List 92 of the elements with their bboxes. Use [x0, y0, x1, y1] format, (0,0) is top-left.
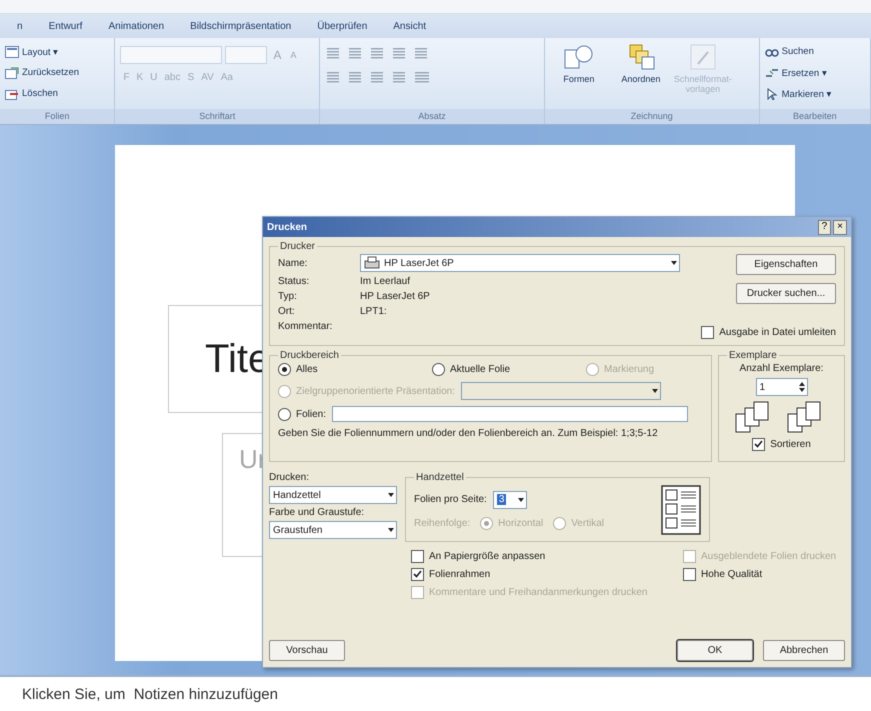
font-size-field[interactable] — [225, 46, 268, 64]
group-title: Handzettel — [415, 472, 465, 483]
field-label: Reihenfolge: — [414, 518, 470, 528]
group-label: Zeichnung — [544, 109, 759, 124]
ribbon-button[interactable]: Anordnen — [612, 42, 670, 105]
field-label: Farbe und Graustufe: — [269, 507, 366, 518]
radio-label: Alles — [296, 364, 318, 375]
spinner-arrows-icon[interactable] — [796, 380, 806, 394]
dialog-title: Drucken — [267, 222, 308, 232]
print-what-select[interactable]: Handzettel — [269, 486, 397, 504]
checkbox-label: An Papiergröße anpassen — [429, 551, 546, 562]
preview-button[interactable]: Vorschau — [269, 640, 345, 661]
field-label: Kommentar: — [278, 321, 334, 332]
radio-label: Aktuelle Folie — [450, 364, 510, 375]
cursor-icon — [764, 88, 779, 100]
group-label: Folien — [0, 109, 114, 124]
radio-button[interactable] — [278, 363, 291, 376]
checkbox-label: Hohe Qualität — [701, 569, 762, 580]
group-label: Bearbeiten — [760, 109, 870, 124]
group-title: Drucker — [279, 241, 316, 252]
ribbon-button[interactable]: Suchen — [764, 42, 865, 61]
paragraph-icon — [325, 70, 342, 84]
ribbon-button[interactable]: Löschen — [5, 84, 110, 103]
checkbox-label: Ausgabe in Datei umleiten — [719, 327, 836, 338]
reset-icon — [5, 66, 19, 78]
paragraph-icon — [325, 46, 342, 60]
checkbox-label: Sortieren — [770, 439, 811, 450]
hint-text: Geben Sie die Foliennummern und/oder den Folienbereich an. Zum Beispiel: 1;3;5-12 — [278, 428, 659, 439]
checkbox-label: Kommentare und Freihandanmerkungen drucken — [429, 587, 648, 598]
handout-layout-icon — [661, 485, 701, 535]
paragraph-icon — [413, 70, 432, 84]
dialog-button[interactable]: Eigenschaften — [736, 254, 836, 275]
ribbon-button[interactable]: Markieren ▾ — [764, 84, 865, 103]
radio-label: Horizontal — [498, 518, 544, 528]
paragraph-icon — [369, 70, 386, 84]
field-label: Ort: — [278, 306, 296, 317]
copies-spinner[interactable]: 1 — [756, 378, 808, 396]
ok-button[interactable]: OK — [677, 640, 753, 661]
paragraph-icon — [413, 46, 430, 60]
printer-icon — [364, 256, 380, 270]
radio-label: Zielgruppenorientierte Präsentation: — [296, 386, 455, 396]
ribbon-button[interactable]: Layout ▾ — [5, 42, 110, 61]
field-label: Typ: — [278, 291, 298, 302]
replace-icon — [764, 66, 779, 78]
paragraph-icon — [369, 46, 386, 60]
paragraph-icon — [391, 46, 408, 60]
checkbox[interactable] — [752, 438, 766, 451]
ribbon-tab[interactable]: Entwurf — [38, 18, 94, 34]
checkbox[interactable] — [411, 568, 424, 581]
field-value: HP LaserJet 6P — [360, 291, 430, 302]
group-title: Druckbereich — [279, 350, 340, 361]
dialog-button[interactable]: Drucker suchen... — [736, 283, 836, 304]
radio-label: Markierung — [604, 364, 654, 375]
paragraph-icon — [347, 46, 364, 60]
checkbox[interactable] — [411, 550, 424, 563]
close-button[interactable]: × — [833, 220, 847, 234]
paragraph-icon — [391, 70, 408, 84]
field-label: Status: — [278, 276, 310, 287]
slides-input[interactable] — [332, 406, 688, 422]
ribbon-tab[interactable]: n — [6, 18, 34, 34]
ribbon-button[interactable]: Ersetzen ▾ — [764, 63, 865, 82]
ribbon-tab[interactable]: Überprüfen — [306, 18, 378, 34]
cancel-button[interactable]: Abbrechen — [763, 640, 845, 661]
checkbox[interactable] — [701, 326, 714, 339]
group-label: Absatz — [320, 109, 544, 124]
notes-field[interactable]: Klicken Sie, um Notizen hinzuzufügen — [0, 675, 871, 711]
radio-label: Folien: — [296, 408, 326, 420]
printer-select[interactable]: HP LaserJet 6P — [360, 254, 680, 272]
field-label: Drucken: — [269, 472, 310, 483]
ribbon-button[interactable]: Formen — [550, 42, 608, 105]
color-select[interactable]: Graustufen — [269, 521, 397, 539]
delete-icon — [5, 88, 19, 100]
group-label: Schriftart — [115, 109, 320, 124]
group-title: Exemplare — [728, 350, 778, 361]
field-label: Folien pro Seite: — [414, 494, 487, 505]
layout-icon — [5, 46, 19, 58]
ribbon-tab[interactable]: Bildschirmpräsentation — [179, 18, 302, 34]
checkbox-label: Folienrahmen — [429, 569, 490, 580]
radio-label: Vertikal — [571, 518, 604, 528]
ribbon-tab[interactable]: Ansicht — [382, 18, 438, 34]
field-label: Name: — [278, 258, 308, 268]
checkbox[interactable] — [683, 568, 696, 581]
ribbon-button[interactable]: Zurücksetzen — [5, 63, 110, 82]
paragraph-icon — [347, 70, 364, 84]
radio-button[interactable] — [278, 408, 291, 420]
ribbon-tab[interactable]: Animationen — [97, 18, 176, 34]
field-value: Im Leerlauf — [360, 276, 410, 287]
field-value: LPT1: — [360, 306, 387, 317]
help-button[interactable]: ? — [818, 220, 832, 234]
field-label: Anzahl Exemplare: — [740, 363, 824, 374]
checkbox-label: Ausgeblendete Folien drucken — [701, 551, 836, 562]
radio-button[interactable] — [432, 363, 445, 376]
